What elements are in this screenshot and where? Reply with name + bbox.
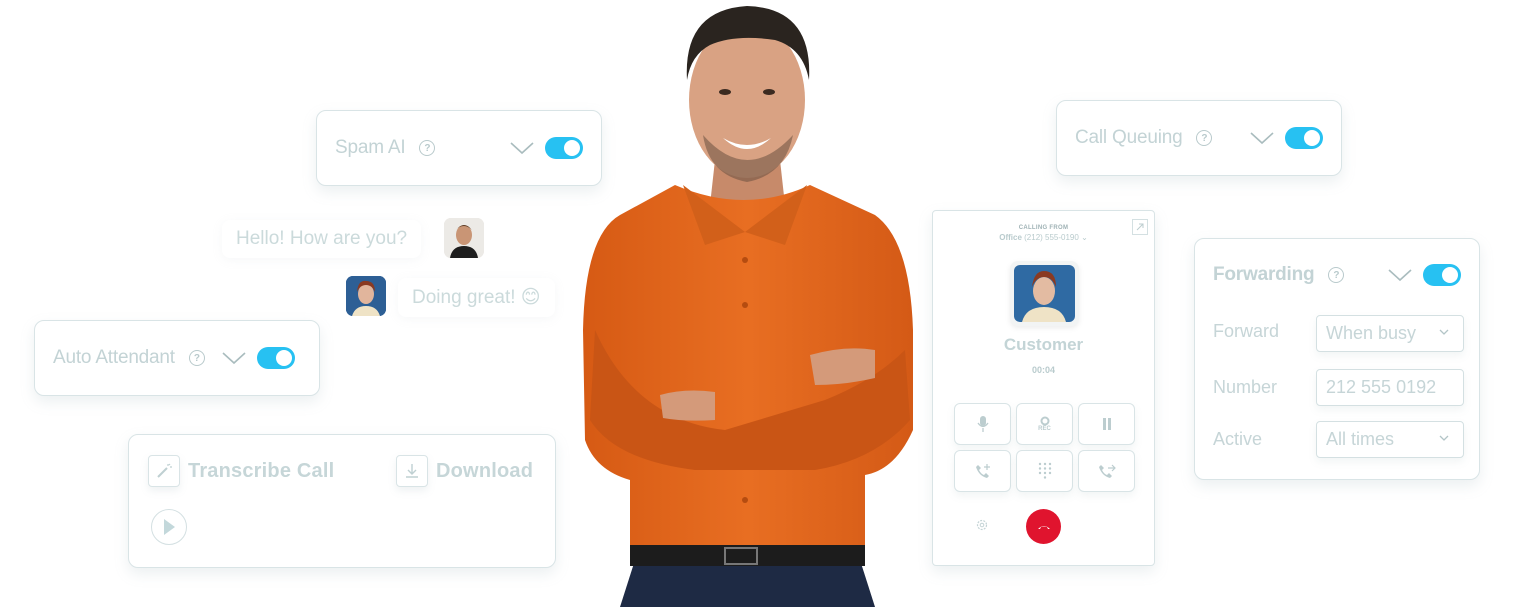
chevron-down-icon[interactable]: [1387, 267, 1413, 283]
chevron-down-icon[interactable]: [1249, 130, 1275, 146]
keypad-button[interactable]: [1016, 450, 1073, 492]
phone-plus-icon: [975, 464, 990, 478]
download-button[interactable]: Download: [396, 455, 533, 487]
auto-attendant-toggle[interactable]: [256, 347, 295, 369]
transcribe-call-label: Transcribe Call: [188, 459, 335, 482]
chat-message-outgoing: Doing great! 😊: [398, 278, 555, 317]
record-button[interactable]: REC: [1016, 403, 1073, 445]
chevron-down-icon[interactable]: [509, 140, 535, 156]
play-button[interactable]: [151, 509, 187, 545]
calling-from-label: CALLING FROM: [1018, 225, 1069, 231]
active-select[interactable]: All times: [1316, 421, 1464, 458]
add-call-button[interactable]: [954, 450, 1011, 492]
active-select-value: All times: [1326, 429, 1395, 449]
call-dialer-panel: CALLING FROM Office (212) 555-0190 ⌄ Cus…: [932, 210, 1155, 566]
keypad-icon: [1038, 462, 1051, 479]
microphone-icon: [976, 416, 989, 432]
hold-button[interactable]: [1078, 403, 1135, 445]
expand-icon[interactable]: [1132, 219, 1148, 235]
calling-from-selector[interactable]: Office (212) 555-0190 ⌄: [933, 233, 1154, 242]
record-icon: [1040, 416, 1049, 426]
forward-select[interactable]: When busy: [1316, 315, 1464, 352]
auto-attendant-title: Auto Attendant: [53, 347, 175, 368]
chevron-down-icon: ⌄: [1081, 233, 1088, 242]
active-label: Active: [1213, 429, 1263, 449]
auto-attendant-card: Auto Attendant ?: [34, 320, 320, 396]
download-label: Download: [436, 459, 534, 482]
forwarding-title: Forwarding: [1213, 264, 1315, 285]
chevron-down-icon: [1439, 329, 1449, 335]
spam-ai-title: Spam AI: [335, 137, 406, 158]
hero-person-illustration: [583, 6, 913, 607]
forward-label: Forward: [1213, 321, 1280, 341]
chat-message-incoming: Hello! How are you?: [222, 220, 422, 258]
number-label: Number: [1213, 377, 1278, 397]
spam-ai-card: Spam AI ?: [316, 110, 602, 186]
help-circle-icon[interactable]: ?: [1196, 130, 1213, 146]
magic-wand-icon: [148, 455, 180, 487]
settings-gear-icon[interactable]: [975, 518, 989, 532]
spam-ai-toggle[interactable]: [545, 137, 583, 159]
call-timer: 00:04: [1031, 365, 1056, 375]
number-input-value: 212 555 0192: [1326, 377, 1437, 397]
forward-select-value: When busy: [1326, 323, 1417, 343]
help-circle-icon[interactable]: ?: [188, 350, 205, 366]
male-avatar: [444, 218, 484, 258]
contact-name: Customer: [1003, 335, 1084, 354]
pants: [620, 560, 875, 607]
female-avatar: [346, 276, 386, 316]
phone-forward-icon: [1098, 464, 1116, 478]
chevron-down-icon[interactable]: [221, 350, 247, 366]
transfer-button[interactable]: [1078, 450, 1135, 492]
forwarding-card: Forwarding ? Forward When busy Number 21…: [1194, 238, 1480, 480]
hang-up-button[interactable]: [1026, 509, 1061, 544]
call-queuing-title: Call Queuing: [1075, 127, 1183, 148]
chevron-down-icon: [1439, 435, 1449, 441]
number-input[interactable]: 212 555 0192: [1316, 369, 1464, 406]
contact-photo: [1010, 261, 1079, 326]
phone-hangup-icon: [1037, 525, 1050, 529]
rec-label: REC: [1038, 426, 1051, 432]
help-circle-icon[interactable]: ?: [419, 140, 436, 156]
mute-button[interactable]: [954, 403, 1011, 445]
help-circle-icon[interactable]: ?: [1328, 267, 1345, 283]
call-queuing-card: Call Queuing ?: [1056, 100, 1342, 176]
play-icon: [164, 519, 175, 535]
line-number: (212) 555-0190: [1024, 233, 1079, 242]
call-recording-card: Transcribe Call Download: [128, 434, 556, 568]
line-name: Office: [999, 233, 1022, 242]
call-queuing-toggle[interactable]: [1285, 127, 1323, 149]
pause-icon: [1102, 418, 1111, 430]
transcribe-call-button[interactable]: Transcribe Call: [148, 455, 334, 487]
download-icon: [396, 455, 428, 487]
forwarding-toggle[interactable]: [1423, 264, 1461, 286]
